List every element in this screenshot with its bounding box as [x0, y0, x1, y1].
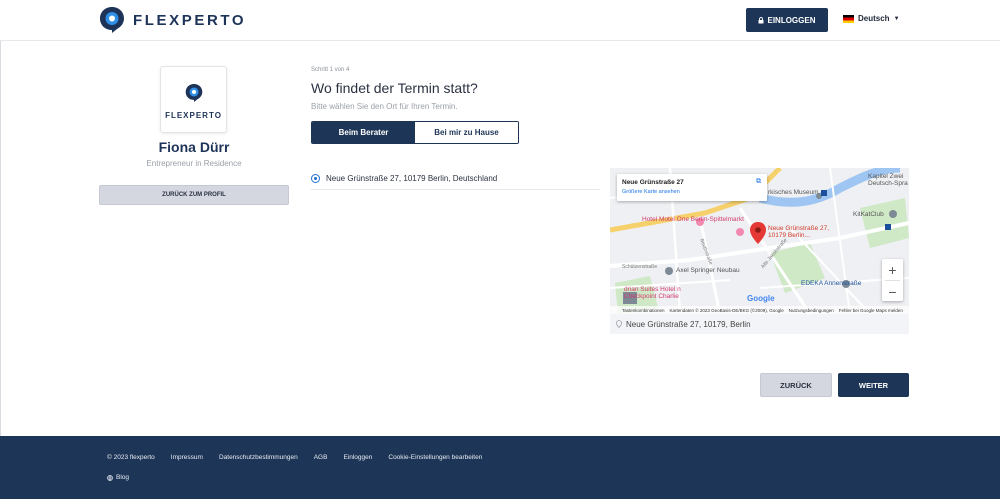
- map-attribution: Tastenkombinationen Kartendaten © 2023 G…: [610, 306, 909, 314]
- open-external-icon[interactable]: ⧉: [756, 178, 761, 186]
- map-shortcuts[interactable]: Tastenkombinationen: [622, 308, 665, 313]
- zoom-in-button[interactable]: +: [882, 259, 903, 280]
- map-data-attribution: Kartendaten © 2023 GeoBasis-DE/BKG (©200…: [669, 307, 784, 313]
- lock-icon: [758, 16, 764, 23]
- map-label-axel-springer: Axel Springer Neubau: [676, 267, 740, 274]
- radio-selected-icon[interactable]: [311, 174, 320, 183]
- back-to-profile-button[interactable]: ZURÜCK ZUM PROFIL: [99, 185, 289, 205]
- option-at-home[interactable]: Bei mir zu Hause: [415, 122, 518, 143]
- location-toggle: Beim Berater Bei mir zu Hause: [311, 121, 519, 144]
- map-info-card: Neue Grünstraße 27 Größere Karte ansehen…: [617, 174, 767, 201]
- larger-map-link[interactable]: Größere Karte ansehen: [622, 189, 680, 195]
- map-terms-link[interactable]: Nutzungsbedingungen: [789, 308, 834, 313]
- footer-copyright: © 2023 flexperto: [107, 454, 155, 461]
- avatar-brand: FLEXPERTO: [165, 111, 222, 120]
- map-label-kitkatclub: KitKatClub: [853, 211, 884, 218]
- page-left-border: [0, 41, 1, 436]
- map-label-schuetzenstrasse: Schützenstraße: [622, 264, 658, 270]
- map-label-kapitel-zwei: Kapitel Zwei Deutsch-Spra: [868, 173, 908, 187]
- zoom-out-button[interactable]: −: [882, 281, 903, 302]
- location-pin-icon: [616, 320, 622, 328]
- footer-link-datenschutz[interactable]: Datenschutzbestimmungen: [219, 454, 298, 461]
- google-logo: Google: [747, 294, 775, 303]
- map-label-hotel-motel: Hotel Motel One Berlin-Spittelmarkt: [642, 216, 744, 223]
- expert-role: Entrepreneur in Residence: [146, 159, 242, 168]
- option-at-advisor[interactable]: Beim Berater: [312, 122, 415, 143]
- globe-icon: [107, 474, 113, 481]
- footer-link-cookie-settings[interactable]: Cookie-Einstellungen bearbeiten: [388, 454, 482, 461]
- flexperto-logo[interactable]: FLEXPERTO: [99, 6, 246, 34]
- logo-pin-icon: [185, 84, 203, 102]
- footer-link-einloggen[interactable]: Einloggen: [343, 454, 372, 461]
- back-button[interactable]: ZURÜCK: [760, 373, 832, 397]
- map-caption-text: Neue Grünstraße 27, 10179, Berlin: [626, 319, 751, 329]
- map-report-link[interactable]: Fehler bei Google Maps melden: [839, 308, 903, 313]
- next-button[interactable]: WEITER: [838, 373, 909, 397]
- expert-name: Fiona Dürr: [158, 139, 230, 155]
- login-label: EINLOGGEN: [767, 15, 816, 25]
- map-zoom-controls: + −: [882, 259, 903, 301]
- step-hint: Bitte wählen Sie den Ort für Ihren Termi…: [311, 102, 458, 111]
- map-label-edeka: EDEKA Annenstraße: [801, 280, 862, 287]
- page-title: Wo findet der Termin statt?: [311, 80, 478, 96]
- brand-name: FLEXPERTO: [133, 11, 247, 29]
- address-text: Neue Grünstraße 27, 10179 Berlin, Deutsc…: [326, 174, 498, 183]
- footer-link-agb[interactable]: AGB: [314, 454, 328, 461]
- map-pin-label: Neue Grünstraße 27, 10179 Berlin...: [768, 225, 830, 239]
- login-button[interactable]: EINLOGGEN: [746, 8, 828, 32]
- footer-link-impressum[interactable]: Impressum: [171, 454, 203, 461]
- logo-pin-icon: [100, 7, 124, 33]
- top-header: FLEXPERTO EINLOGGEN Deutsch ▼: [0, 0, 1000, 41]
- step-counter: Schritt 1 von 4: [311, 67, 350, 73]
- map-label-adrian-suites: drian Suites Hotel n Checkpoint Charlie: [624, 286, 681, 300]
- address-option[interactable]: Neue Grünstraße 27, 10179 Berlin, Deutsc…: [311, 168, 600, 190]
- page-footer: © 2023 flexperto Impressum Datenschutzbe…: [0, 436, 1000, 499]
- footer-blog-link[interactable]: Blog: [107, 474, 129, 481]
- caret-down-icon: ▼: [893, 15, 900, 22]
- expert-avatar: FLEXPERTO: [160, 66, 227, 133]
- footer-links: © 2023 flexperto Impressum Datenschutzbe…: [107, 454, 482, 461]
- german-flag-icon: [843, 14, 854, 23]
- language-selector[interactable]: Deutsch ▼: [843, 14, 900, 23]
- map-label-maerkisches: rkisches Museum: [768, 189, 819, 196]
- map-caption: Neue Grünstraße 27, 10179, Berlin: [610, 314, 909, 334]
- footer-blog-label: Blog: [116, 474, 130, 481]
- language-label: Deutsch: [858, 14, 890, 23]
- map-card-title: Neue Grünstraße 27: [622, 179, 684, 186]
- location-map[interactable]: Hotel Motel One Berlin-Spittelmarkt Axel…: [610, 168, 909, 314]
